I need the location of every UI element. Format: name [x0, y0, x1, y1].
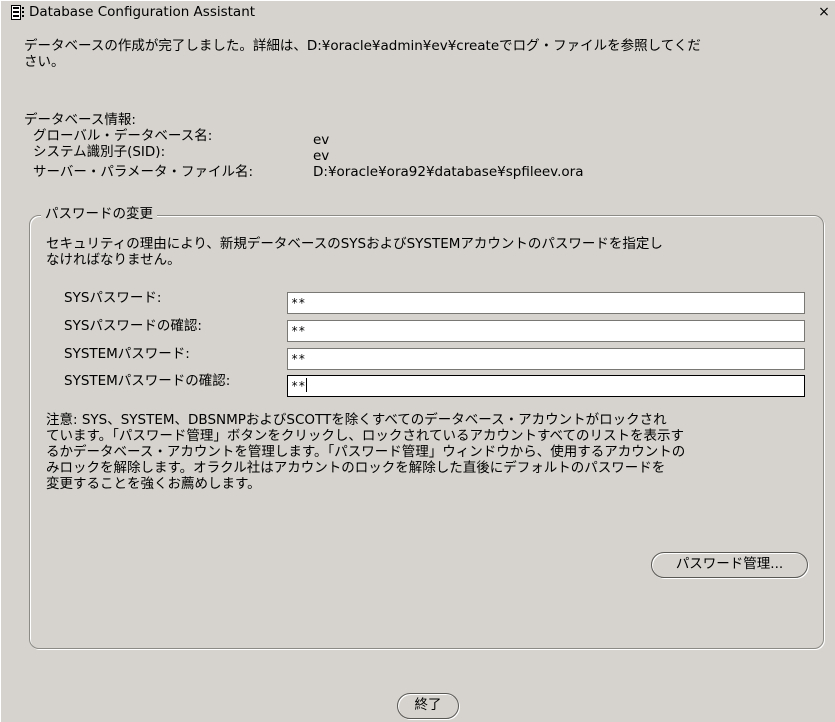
sys-password-label: SYSパスワード: [64, 290, 162, 306]
sys-password-confirm-label: SYSパスワードの確認: [64, 318, 202, 334]
password-description-line-1: セキュリティの理由により、新規データベースのSYSおよびSYSTEMアカウントの… [46, 236, 663, 252]
note-line-5: 変更することを強くお薦めします。 [46, 476, 261, 492]
password-group-legend: パスワードの変更 [41, 206, 157, 222]
completion-message-line-1: データベースの作成が完了しました。詳細は、D:¥oracle¥admin¥ev¥… [24, 38, 701, 54]
system-password-label: SYSTEMパスワード: [64, 346, 190, 362]
sid-value: ev [313, 148, 330, 164]
global-db-name-value: ev [313, 132, 330, 148]
window-title: Database Configuration Assistant [29, 4, 256, 20]
note-line-4: みロックを解除します。オラクル社はアカウントのロックを解除した直後にデフォルトの… [46, 460, 666, 476]
password-description-line-2: なければなりません。 [46, 252, 181, 268]
note-line-3: るかデータベース・アカウントを管理します。「パスワード管理」ウィンドウから、使用… [46, 444, 686, 460]
password-management-button[interactable]: パスワード管理... [651, 552, 808, 578]
sys-password-field[interactable]: ** [287, 292, 805, 314]
dialog-window: Database Configuration Assistant × データベー… [0, 0, 835, 722]
close-button[interactable]: × [816, 4, 832, 20]
spfile-value: D:¥oracle¥ora92¥database¥spfileev.ora [313, 164, 584, 180]
db-info-heading: データベース情報: [24, 112, 136, 128]
completion-message-line-2: さい。 [24, 54, 65, 70]
exit-button[interactable]: 終了 [397, 693, 459, 719]
spfile-label: サーバー・パラメータ・ファイル名: [33, 164, 254, 180]
title-bar[interactable]: Database Configuration Assistant × [1, 1, 835, 23]
note-line-2: ています。「パスワード管理」ボタンをクリックし、ロックされているアカウントすべて… [46, 428, 685, 444]
sys-password-confirm-field[interactable]: ** [287, 320, 805, 342]
system-password-confirm-label: SYSTEMパスワードの確認: [64, 373, 231, 389]
text-cursor [306, 378, 308, 392]
system-password-field[interactable]: ** [287, 348, 805, 370]
database-icon [11, 5, 25, 20]
sid-label: システム識別子(SID): [33, 144, 166, 160]
global-db-name-label: グローバル・データベース名: [33, 128, 213, 144]
system-password-confirm-field[interactable]: ** [287, 375, 805, 397]
note-line-1: 注意: SYS、SYSTEM、DBSNMPおよびSCOTTを除くすべてのデータベ… [46, 412, 667, 428]
system-password-confirm-value: ** [291, 379, 306, 393]
